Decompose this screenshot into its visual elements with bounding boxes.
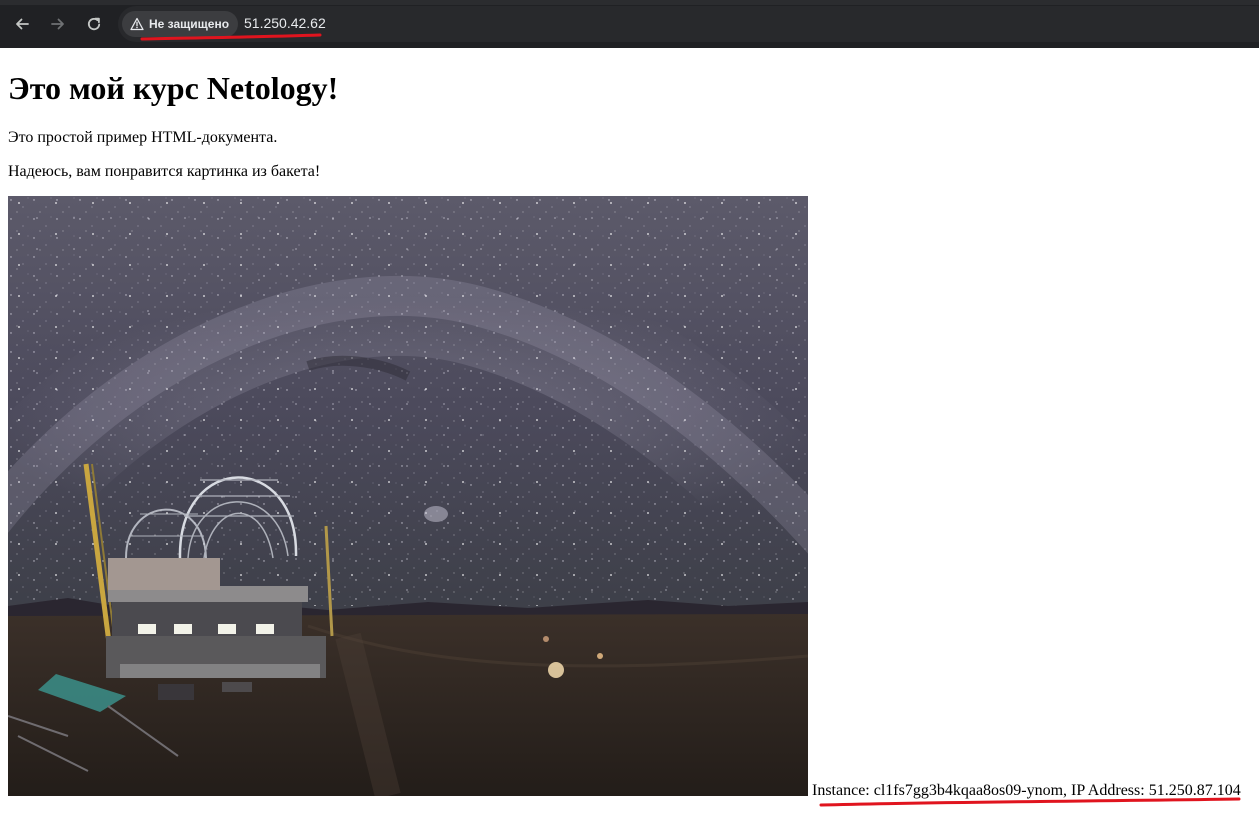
intro-paragraph: Это простой пример HTML-документа. [8, 129, 278, 146]
site-security-chip[interactable]: Не защищено [122, 11, 239, 37]
reload-button[interactable] [81, 11, 107, 37]
security-label: Не защищено [149, 17, 230, 31]
forward-button[interactable] [45, 11, 71, 37]
instance-info-text: Instance: cl1fs7gg3b4kqaa8os09-ynom, IP … [812, 782, 1241, 799]
bucket-paragraph: Надеюсь, вам понравится картинка из баке… [8, 163, 321, 180]
bucket-image [8, 196, 808, 796]
arrow-left-icon [16, 18, 29, 30]
back-button[interactable] [9, 11, 35, 37]
warning-triangle-icon [130, 17, 144, 31]
browser-toolbar: Не защищено 51.250.42.62 [0, 0, 1259, 48]
arrow-right-icon [51, 18, 64, 30]
reload-icon [87, 17, 101, 31]
url-text[interactable]: 51.250.42.62 [244, 15, 326, 31]
page-title: Это мой курс Netology! [8, 70, 339, 106]
tab-strip-edge [0, 0, 1259, 5]
